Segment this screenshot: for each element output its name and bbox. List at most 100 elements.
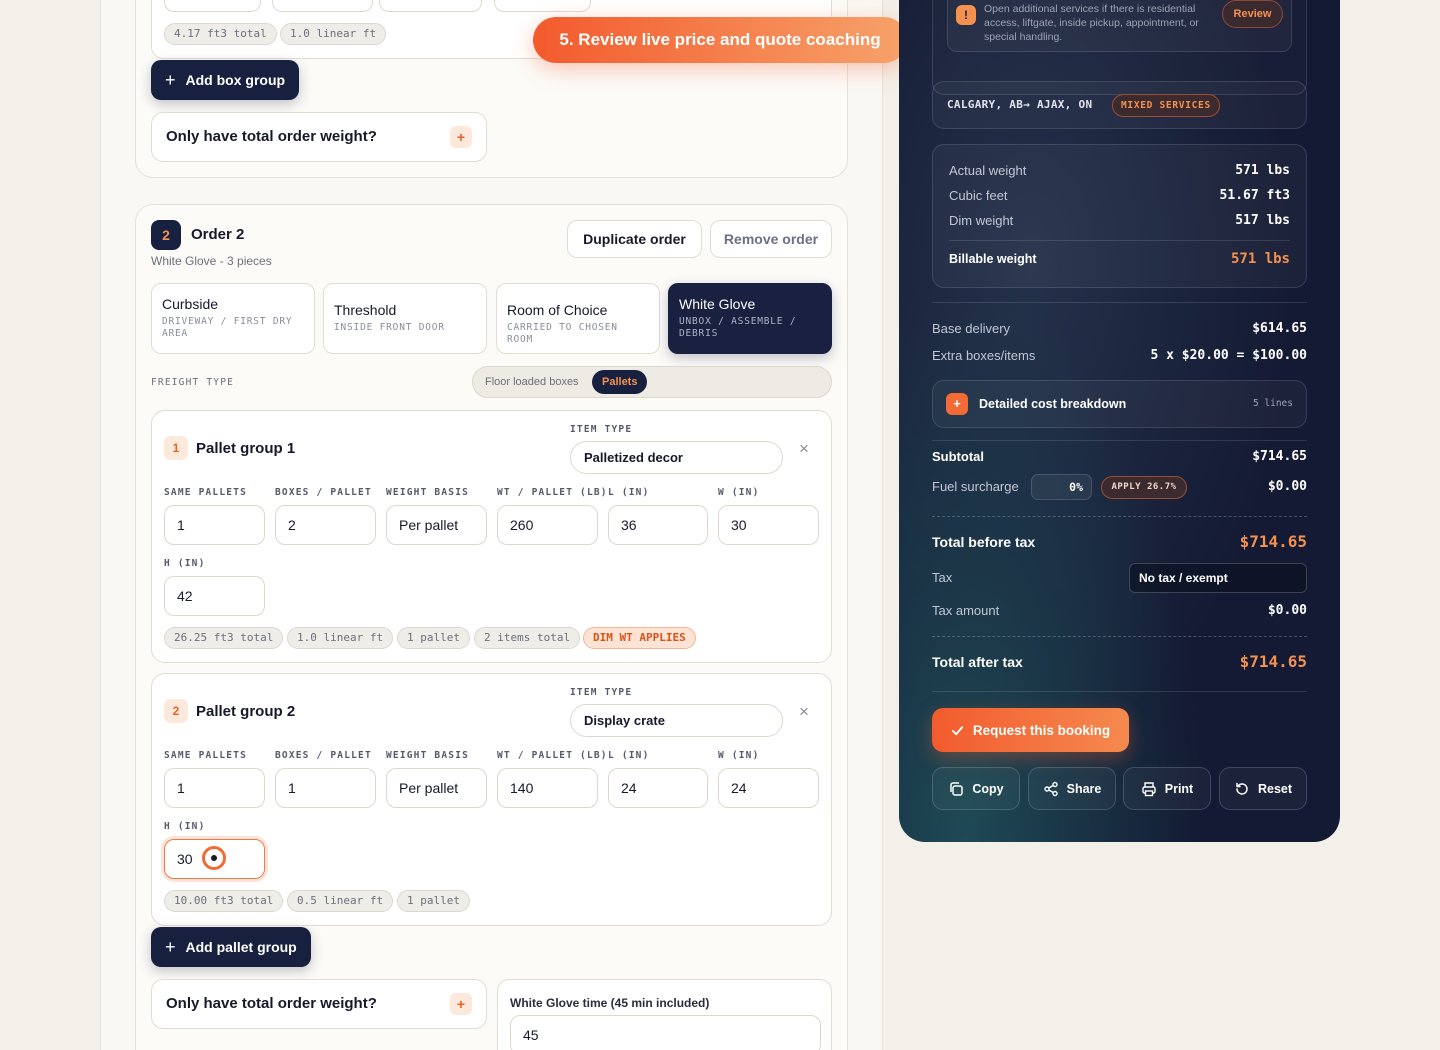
service-title: Room of Choice	[507, 302, 608, 318]
chip-items: 2 items total	[474, 627, 581, 649]
item-type-label: ITEM TYPE	[570, 424, 633, 435]
cost-breakdown-toggle[interactable]: + Detailed cost breakdown 5 lines	[932, 380, 1307, 428]
billable-weight-value: 571 lbs	[1230, 251, 1290, 267]
white-glove-time-input[interactable]: 45	[510, 1015, 821, 1050]
base-delivery-value: $614.65	[1252, 321, 1307, 336]
tax-select[interactable]: No tax / exempt	[1129, 563, 1307, 593]
service-title: Threshold	[334, 302, 397, 318]
total-weight-prompt: Only have total order weight?	[166, 995, 377, 1012]
service-option-room-of-choice[interactable]: Room of Choice CARRIED TO CHOSEN ROOM	[496, 283, 660, 354]
item-type-select[interactable]: Display crate	[570, 704, 783, 737]
share-button[interactable]: Share	[1028, 767, 1116, 810]
expand-plus-icon: +	[450, 126, 472, 148]
review-label: Review	[1233, 8, 1272, 20]
freight-option-pallets[interactable]: Pallets	[592, 370, 648, 394]
plus-icon: +	[165, 936, 176, 957]
weight-basis-select[interactable]: Per pallet	[386, 505, 487, 545]
duplicate-order-label: Duplicate order	[583, 231, 686, 247]
add-box-group-button[interactable]: + Add box group	[151, 60, 300, 100]
service-subtitle: CARRIED TO CHOSEN ROOM	[507, 322, 618, 345]
divider	[932, 516, 1307, 517]
duplicate-order-button[interactable]: Duplicate order	[567, 220, 702, 258]
fuel-surcharge-label: Fuel surcharge	[932, 479, 1019, 494]
wt-per-pallet-input[interactable]: 260	[497, 505, 598, 545]
chip-volume: 26.25 ft3 total	[164, 627, 284, 649]
dim-weight-warning-badge: DIM WT APPLIES	[583, 627, 696, 649]
pallet-group-title: Pallet group 2	[196, 703, 296, 720]
printer-icon	[1142, 781, 1156, 796]
order-2-total-weight-toggle[interactable]: Only have total order weight? +	[151, 979, 487, 1029]
weight-value: 571 lbs	[1235, 163, 1290, 178]
copy-button[interactable]: Copy	[932, 767, 1020, 810]
pallet-group-number: 1	[164, 436, 188, 460]
white-glove-time-card: White Glove time (45 min included) 45	[497, 979, 832, 1050]
service-subtitle: INSIDE FRONT DOOR	[334, 322, 445, 333]
expand-plus-icon: +	[946, 393, 968, 415]
freight-type-toggle: Floor loaded boxes Pallets	[472, 366, 832, 398]
apply-fuel-button[interactable]: APPLY 26.7%	[1101, 476, 1187, 499]
item-type-select[interactable]: Palletized decor	[570, 441, 783, 474]
remove-order-button[interactable]: Remove order	[710, 220, 832, 258]
boxes-per-pallet-input[interactable]: 2	[275, 505, 376, 545]
share-icon	[1043, 781, 1058, 796]
boxes-per-pallet-label: BOXES / PALLET	[275, 487, 372, 498]
height-label: H (IN)	[164, 821, 206, 832]
item-type-label: ITEM TYPE	[570, 687, 633, 698]
freight-option-floor-loaded[interactable]: Floor loaded boxes	[485, 376, 579, 388]
boxes-per-pallet-input[interactable]: 1	[275, 768, 376, 808]
chip-volume: 10.00 ft3 total	[164, 890, 284, 912]
total-before-tax-label: Total before tax	[932, 534, 1036, 550]
height-input[interactable]: 42	[164, 576, 265, 616]
same-pallets-input[interactable]: 1	[164, 768, 265, 808]
divider	[932, 302, 1307, 303]
request-booking-button[interactable]: Request this booking	[932, 708, 1129, 752]
add-pallet-group-button[interactable]: + Add pallet group	[151, 927, 311, 967]
width-input[interactable]: 24	[718, 768, 819, 808]
weight-label: Cubic feet	[949, 188, 1008, 203]
review-button[interactable]: Review	[1222, 0, 1283, 28]
freight-type-label: FREIGHT TYPE	[151, 377, 235, 388]
tour-step-bubble: 5. Review live price and quote coaching	[533, 17, 907, 63]
width-input[interactable]: 30	[718, 505, 819, 545]
copy-icon	[950, 781, 964, 796]
order-1-chip-volume: 4.17 ft3 total	[164, 23, 277, 45]
billable-weight-label: Billable weight	[949, 252, 1037, 266]
length-input[interactable]: 36	[608, 505, 708, 545]
wt-per-pallet-input[interactable]: 140	[497, 768, 598, 808]
length-label: L (IN)	[608, 487, 650, 498]
service-title: Curbside	[162, 296, 219, 312]
same-pallets-input[interactable]: 1	[164, 505, 265, 545]
print-label: Print	[1164, 781, 1194, 796]
order-title: Order 2	[191, 226, 245, 243]
total-before-tax-value: $714.65	[1239, 532, 1307, 551]
chip-pallets: 1 pallet	[397, 627, 470, 649]
chip-linear: 0.5 linear ft	[287, 890, 394, 912]
tax-label: Tax	[932, 570, 953, 585]
fuel-surcharge-value: $0.00	[1267, 479, 1307, 494]
weight-label: Actual weight	[949, 163, 1027, 178]
same-pallets-label: SAME PALLETS	[164, 750, 248, 761]
length-input[interactable]: 24	[608, 768, 708, 808]
remove-group-close-icon[interactable]: ×	[799, 439, 809, 459]
print-button[interactable]: Print	[1123, 767, 1211, 810]
service-option-curbside[interactable]: Curbside DRIVEWAY / FIRST DRY AREA	[151, 283, 315, 354]
service-option-threshold[interactable]: Threshold INSIDE FRONT DOOR	[323, 283, 487, 354]
length-label: L (IN)	[608, 750, 650, 761]
chip-pallets: 1 pallet	[397, 890, 470, 912]
order-1-chip-linear: 1.0 linear ft	[280, 23, 387, 45]
weight-label: Dim weight	[949, 213, 1014, 228]
order-subtitle: White Glove - 3 pieces	[151, 254, 272, 268]
order-1-total-weight-toggle[interactable]: Only have total order weight? +	[151, 112, 487, 162]
weight-basis-select[interactable]: Per pallet	[386, 768, 487, 808]
pallet-group-number: 2	[164, 699, 188, 723]
fuel-surcharge-input[interactable]: 0%	[1031, 474, 1092, 500]
total-after-tax-value: $714.65	[1239, 652, 1307, 671]
cost-breakdown-label: Detailed cost breakdown	[979, 397, 1127, 411]
share-label: Share	[1066, 781, 1102, 796]
reset-button[interactable]: Reset	[1219, 767, 1307, 810]
service-option-white-glove[interactable]: White Glove UNBOX / ASSEMBLE / DEBRIS	[668, 283, 832, 354]
tax-amount-label: Tax amount	[932, 603, 1000, 618]
remove-group-close-icon[interactable]: ×	[799, 702, 809, 722]
route-badge: MIXED SERVICES	[1112, 94, 1220, 117]
add-box-group-label: Add box group	[185, 72, 286, 88]
